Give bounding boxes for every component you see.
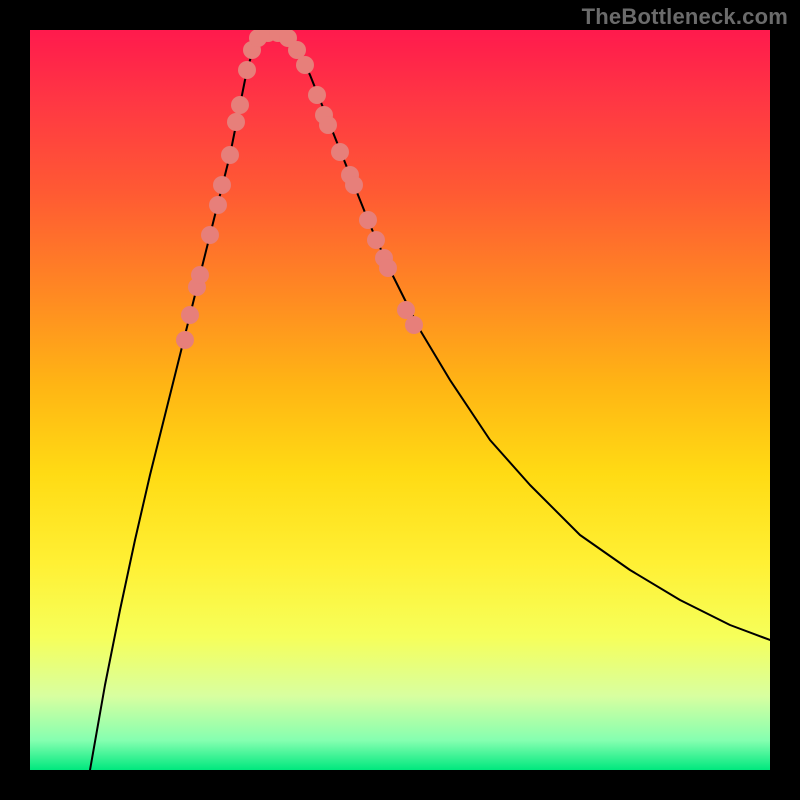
- data-dot: [345, 176, 363, 194]
- data-dot: [405, 316, 423, 334]
- curve-path: [90, 32, 770, 770]
- data-dot: [181, 306, 199, 324]
- data-dot: [308, 86, 326, 104]
- watermark-label: TheBottleneck.com: [582, 4, 788, 30]
- data-dot: [221, 146, 239, 164]
- data-dot: [201, 226, 219, 244]
- data-dot: [238, 61, 256, 79]
- data-dot: [231, 96, 249, 114]
- data-dot: [296, 56, 314, 74]
- data-dot: [209, 196, 227, 214]
- data-dot: [227, 113, 245, 131]
- plot-area: [30, 30, 770, 770]
- data-dot: [176, 331, 194, 349]
- chart-svg: [30, 30, 770, 770]
- chart-frame: TheBottleneck.com: [0, 0, 800, 800]
- data-dot: [367, 231, 385, 249]
- data-dot: [191, 266, 209, 284]
- data-dot: [213, 176, 231, 194]
- data-dot: [359, 211, 377, 229]
- data-dot: [331, 143, 349, 161]
- data-dot: [319, 116, 337, 134]
- data-dot: [379, 259, 397, 277]
